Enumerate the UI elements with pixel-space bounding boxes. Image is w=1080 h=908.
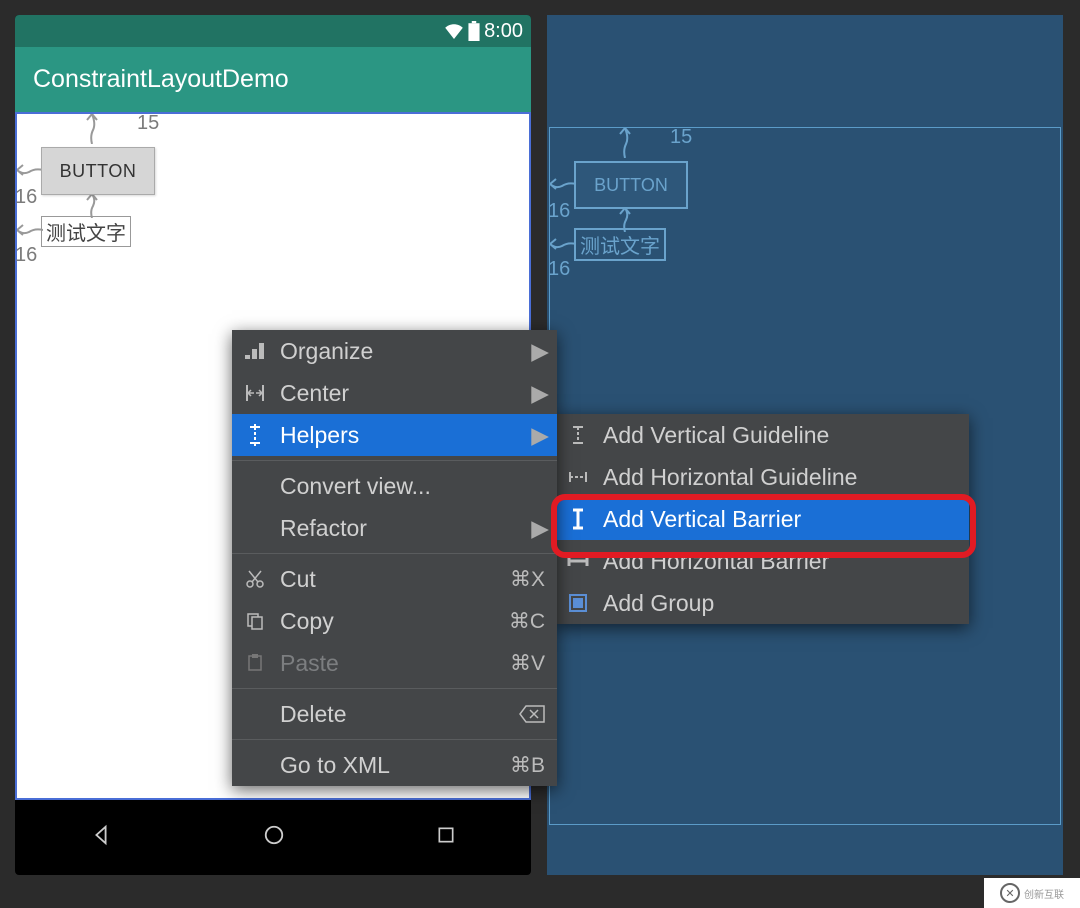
submenu-label: Add Vertical Barrier bbox=[603, 506, 801, 533]
app-title: ConstraintLayoutDemo bbox=[33, 65, 289, 94]
menu-center[interactable]: Center ▶ bbox=[232, 372, 557, 414]
menu-separator bbox=[232, 739, 557, 740]
constraint-arrow-left-icon bbox=[17, 160, 43, 180]
menu-separator bbox=[232, 460, 557, 461]
shortcut-label: ⌘C bbox=[509, 609, 545, 634]
horizontal-barrier-icon bbox=[567, 554, 589, 568]
menu-cut[interactable]: Cut ⌘X bbox=[232, 558, 557, 600]
menu-separator bbox=[232, 688, 557, 689]
android-nav-bar bbox=[15, 800, 531, 870]
constraint-arrow-left-icon bbox=[17, 220, 43, 240]
vertical-guideline-icon bbox=[567, 424, 589, 446]
menu-organize[interactable]: Organize ▶ bbox=[232, 330, 557, 372]
nav-recent-icon[interactable] bbox=[436, 825, 456, 845]
submenu-add-horizontal-barrier[interactable]: Add Horizontal Barrier bbox=[555, 540, 969, 582]
horizontal-guideline-icon bbox=[567, 470, 589, 484]
menu-label: Go to XML bbox=[280, 752, 390, 779]
watermark: ✕ 创新互联 bbox=[984, 878, 1080, 908]
shortcut-label: ⌘V bbox=[510, 651, 545, 676]
submenu-label: Add Group bbox=[603, 590, 714, 617]
submenu-add-vertical-barrier[interactable]: Add Vertical Barrier bbox=[555, 498, 969, 540]
bp-text-label: 测试文字 bbox=[580, 236, 660, 258]
shortcut-label: ⌘X bbox=[510, 567, 545, 592]
design-button-widget[interactable]: BUTTON bbox=[41, 147, 155, 195]
menu-refactor[interactable]: Refactor ▶ bbox=[232, 507, 557, 549]
menu-label: Center bbox=[280, 380, 349, 407]
blueprint-textview-widget[interactable]: 测试文字 bbox=[574, 228, 666, 261]
android-status-bar: 8:00 bbox=[15, 15, 531, 47]
submenu-label: Add Horizontal Barrier bbox=[603, 548, 829, 575]
menu-paste: Paste ⌘V bbox=[232, 642, 557, 684]
constraint-arrow-left-icon bbox=[550, 234, 576, 254]
menu-label: Copy bbox=[280, 608, 334, 635]
organize-icon bbox=[244, 343, 266, 359]
delete-key-icon bbox=[519, 705, 545, 723]
constraint-arrow-up-icon bbox=[77, 194, 107, 218]
bp-margin-top-label: 15 bbox=[670, 126, 692, 149]
margin-left-label-1: 16 bbox=[15, 186, 37, 209]
design-textview-widget[interactable]: 测试文字 bbox=[41, 216, 131, 247]
menu-helpers[interactable]: Helpers ▶ bbox=[232, 414, 557, 456]
chevron-right-icon: ▶ bbox=[531, 380, 549, 407]
menu-label: Cut bbox=[280, 566, 316, 593]
helpers-submenu: Add Vertical Guideline Add Horizontal Gu… bbox=[555, 414, 969, 624]
constraint-arrow-up-icon bbox=[610, 128, 640, 158]
watermark-label: 创新互联 bbox=[1024, 886, 1064, 901]
status-time: 8:00 bbox=[484, 20, 523, 43]
chevron-right-icon: ▶ bbox=[531, 515, 549, 542]
menu-delete[interactable]: Delete bbox=[232, 693, 557, 735]
design-text-label: 测试文字 bbox=[46, 223, 126, 245]
vertical-barrier-icon bbox=[567, 508, 589, 530]
app-bar: ConstraintLayoutDemo bbox=[15, 47, 531, 112]
chevron-right-icon: ▶ bbox=[531, 422, 549, 449]
submenu-add-vertical-guideline[interactable]: Add Vertical Guideline bbox=[555, 414, 969, 456]
constraint-arrow-left-icon bbox=[550, 174, 576, 194]
bp-button-label: BUTTON bbox=[594, 175, 668, 196]
menu-convert-view[interactable]: Convert view... bbox=[232, 465, 557, 507]
copy-icon bbox=[244, 612, 266, 630]
margin-left-label-2: 16 bbox=[15, 244, 37, 267]
menu-separator bbox=[232, 553, 557, 554]
menu-goto-xml[interactable]: Go to XML ⌘B bbox=[232, 744, 557, 786]
helpers-icon bbox=[244, 424, 266, 446]
group-icon bbox=[567, 593, 589, 613]
nav-back-icon[interactable] bbox=[90, 824, 112, 846]
menu-label: Refactor bbox=[280, 515, 367, 542]
menu-label: Paste bbox=[280, 650, 339, 677]
battery-icon bbox=[468, 21, 480, 41]
bp-margin-left-label-2: 16 bbox=[548, 258, 570, 281]
margin-top-label: 15 bbox=[137, 112, 159, 135]
center-icon bbox=[244, 385, 266, 401]
paste-icon bbox=[244, 654, 266, 672]
shortcut-label: ⌘B bbox=[510, 753, 545, 778]
menu-label: Delete bbox=[280, 701, 346, 728]
blueprint-button-widget[interactable]: BUTTON bbox=[574, 161, 688, 209]
watermark-logo-icon: ✕ bbox=[1000, 883, 1020, 903]
nav-home-icon[interactable] bbox=[263, 824, 285, 846]
cut-icon bbox=[244, 570, 266, 588]
menu-label: Organize bbox=[280, 338, 373, 365]
menu-label: Convert view... bbox=[280, 473, 431, 500]
bp-margin-left-label-1: 16 bbox=[548, 200, 570, 223]
menu-label: Helpers bbox=[280, 422, 359, 449]
submenu-label: Add Horizontal Guideline bbox=[603, 464, 857, 491]
wifi-icon bbox=[444, 23, 464, 39]
design-button-label: BUTTON bbox=[60, 161, 137, 182]
context-menu: Organize ▶ Center ▶ Helpers ▶ Convert vi… bbox=[232, 330, 557, 786]
submenu-label: Add Vertical Guideline bbox=[603, 422, 829, 449]
submenu-add-horizontal-guideline[interactable]: Add Horizontal Guideline bbox=[555, 456, 969, 498]
menu-copy[interactable]: Copy ⌘C bbox=[232, 600, 557, 642]
submenu-add-group[interactable]: Add Group bbox=[555, 582, 969, 624]
chevron-right-icon: ▶ bbox=[531, 338, 549, 365]
constraint-arrow-up-icon bbox=[77, 114, 107, 144]
